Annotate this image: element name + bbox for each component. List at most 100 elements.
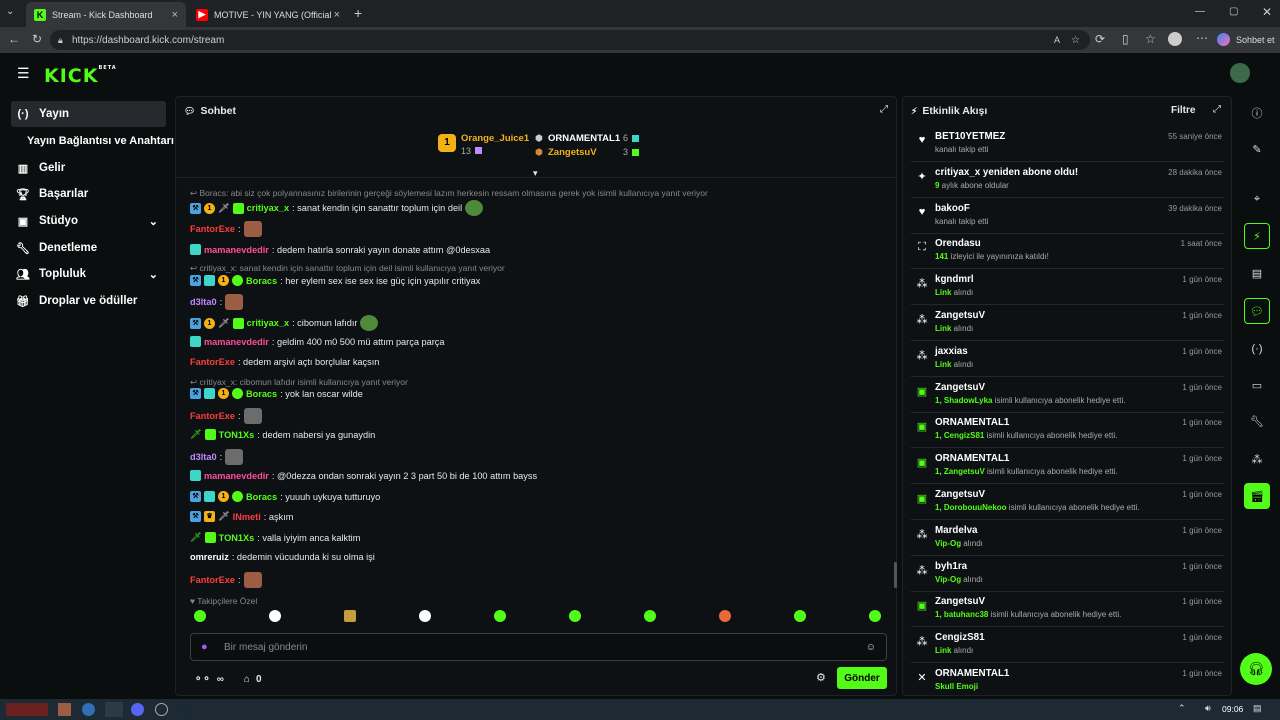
tab-youtube[interactable]: ▶ MOTIVE - YIN YANG (Official M × (188, 2, 348, 27)
activity-user[interactable]: jaxxias (935, 346, 968, 357)
sidebar-item-denetleme[interactable]: 🔧︎ Denetleme (11, 235, 166, 261)
emote-7[interactable] (644, 610, 656, 622)
username[interactable]: critiyax_x (247, 203, 289, 213)
sidebar-item-basarilar[interactable]: 🏆︎ Başarılar (11, 181, 166, 207)
taskbar-app-6[interactable] (155, 703, 168, 716)
notifications-icon[interactable]: ▤ (1253, 703, 1262, 714)
profile-avatar[interactable] (1168, 32, 1182, 46)
chevron-down-icon[interactable]: ⌄ (149, 215, 158, 228)
username[interactable]: mamanevdedir (204, 471, 269, 481)
activity-user[interactable]: Mardelva (935, 525, 977, 536)
emote-6[interactable] (569, 610, 581, 622)
username[interactable]: omreruiz (190, 552, 229, 562)
read-aloud-icon[interactable]: A (1054, 35, 1060, 45)
activity-item[interactable]: ⁂ byh1ra Vip-Og alındı 1 gün önce (911, 556, 1224, 592)
emote-2[interactable] (269, 610, 281, 622)
username[interactable]: Boracs (246, 276, 277, 286)
activity-item[interactable]: ✕ ORNAMENTAL1 Skull Emoji 1 gün önce (911, 663, 1224, 695)
activity-user[interactable]: ORNAMENTAL1 (935, 668, 1009, 679)
support-chat-icon[interactable]: 🎧︎ (1240, 653, 1272, 685)
edit-icon[interactable]: ✎ (1244, 136, 1270, 162)
emoji-picker-icon[interactable]: ☺ (866, 642, 876, 653)
taskbar-app-1[interactable] (6, 703, 48, 716)
username[interactable]: TON1Xs (219, 533, 255, 543)
leader-1-name[interactable]: Orange_Juice1 (461, 133, 529, 144)
username[interactable]: d3lta0 (190, 452, 217, 462)
user-avatar[interactable] (1230, 63, 1250, 83)
activity-item[interactable]: ⛶ Orendasu 141 izleyici ile yayınınıza kat… (911, 233, 1224, 270)
back-icon[interactable]: ← (8, 32, 20, 46)
activity-user[interactable]: ZangetsuV (935, 489, 985, 500)
layout-icon[interactable]: ▭ (1244, 372, 1270, 398)
activity-user[interactable]: ORNAMENTAL1 (935, 453, 1009, 464)
chevron-down-icon[interactable]: ⌄ (149, 268, 158, 281)
sidebar-item-stream-key[interactable]: Yayın Bağlantısı ve Anahtarı (23, 128, 174, 154)
emote-8[interactable] (719, 610, 731, 622)
close-window-icon[interactable]: ✕ (1262, 5, 1272, 19)
username[interactable]: FantorExe (190, 575, 235, 585)
activity-item[interactable]: ⁂ CengizS81 Link alındı 1 gün önce (911, 627, 1224, 664)
minimize-icon[interactable]: — (1195, 6, 1205, 17)
extensions-icon[interactable]: ⟳ (1095, 32, 1105, 46)
popout-icon[interactable]: ⤢ (1213, 104, 1221, 115)
username[interactable]: FantorExe (190, 411, 235, 421)
emote-9[interactable] (794, 610, 806, 622)
favorites-icon[interactable]: ☆ (1145, 32, 1156, 46)
activity-user[interactable]: bakooF (935, 203, 970, 214)
activity-item[interactable]: ▣ ORNAMENTAL1 1, ZangetsuV isimli kullanıc… (911, 448, 1224, 485)
activity-user[interactable]: CengizS81 (935, 632, 985, 643)
taskbar-app-3[interactable] (82, 703, 95, 716)
sidebar-item-yayin[interactable]: (·) Yayın (11, 101, 166, 127)
users-icon[interactable]: ⚬⚬ (194, 674, 211, 685)
activity-user[interactable]: byh1ra (935, 561, 967, 572)
store-icon[interactable]: ⌂ (244, 674, 250, 685)
sidebar-item-topluluk[interactable]: 👥︎ Topluluk ⌄ (11, 261, 166, 287)
send-button[interactable]: Gönder (837, 667, 887, 689)
taskbar-app-4[interactable] (105, 702, 123, 717)
chat-settings-icon[interactable]: ⚙ (816, 671, 826, 684)
username[interactable]: Boracs (246, 389, 277, 399)
taskbar-app-2[interactable] (58, 703, 71, 716)
emote-10[interactable] (869, 610, 881, 622)
username[interactable]: d3lta0 (190, 297, 217, 307)
activity-item[interactable]: ⁂ ZangetsuV Link alındı 1 gün önce (911, 305, 1224, 341)
activity-item[interactable]: ⁂ jaxxias Link alındı 1 gün önce (911, 341, 1224, 377)
steam-icon[interactable] (178, 703, 191, 716)
chat-scrollbar[interactable] (894, 562, 897, 588)
activity-item[interactable]: ▣ ORNAMENTAL1 1, CengizS81 isimli kullanıc… (911, 412, 1224, 449)
emote-5[interactable] (494, 610, 506, 622)
sidebar-item-studyo[interactable]: ▣ Stüdyo ⌄ (11, 208, 166, 234)
activity-feed-toggle-icon[interactable]: ⚡︎ (1244, 223, 1270, 249)
tray-chevron-icon[interactable]: ⌃ (1178, 703, 1186, 714)
username[interactable]: mamanevdedir (204, 337, 269, 347)
new-tab-icon[interactable]: + (354, 5, 362, 21)
chat-message-input[interactable]: ● Bir mesaj gönderin ☺ (190, 633, 887, 661)
microphone-icon[interactable]: ● (201, 641, 208, 653)
activity-user[interactable]: ZangetsuV (935, 310, 985, 321)
chat-toggle-icon[interactable]: 💬︎ (1244, 298, 1270, 324)
activity-user[interactable]: ORNAMENTAL1 (935, 417, 1009, 428)
username[interactable]: FantorExe (190, 224, 235, 234)
wrench-icon[interactable]: 🔧︎ (1244, 408, 1270, 434)
capture-icon[interactable]: ⌖ (1244, 186, 1270, 212)
emote-1[interactable] (194, 610, 206, 622)
activity-user[interactable]: Orendasu (935, 238, 981, 249)
username[interactable]: critiyax_x (247, 318, 289, 328)
menu-icon[interactable]: ☰ (17, 65, 30, 82)
copilot-icon[interactable] (1217, 33, 1230, 46)
info-icon[interactable]: ⓘ (1244, 100, 1270, 126)
maximize-icon[interactable]: ▢ (1229, 6, 1238, 17)
emote-3[interactable] (344, 610, 356, 622)
username[interactable]: Boracs (246, 492, 277, 502)
filter-button[interactable]: Filtre (1171, 105, 1195, 116)
activity-item[interactable]: ♥ bakooF kanalı takip etti 39 dakika önce (911, 198, 1224, 234)
tab-list-chevron-icon[interactable]: ⌄ (6, 6, 22, 22)
popout-icon[interactable]: ⤢ (880, 104, 888, 115)
activity-user[interactable]: kgndmrl (935, 274, 974, 285)
broadcast-icon[interactable]: (·) (1244, 336, 1270, 362)
close-tab-icon[interactable]: × (334, 9, 340, 21)
refresh-icon[interactable]: ↻ (32, 32, 42, 46)
activity-user[interactable]: ZangetsuV (935, 382, 985, 393)
clock[interactable]: 09:06 (1222, 704, 1243, 714)
tab-kick-dashboard[interactable]: K Stream - Kick Dashboard × (26, 2, 186, 27)
